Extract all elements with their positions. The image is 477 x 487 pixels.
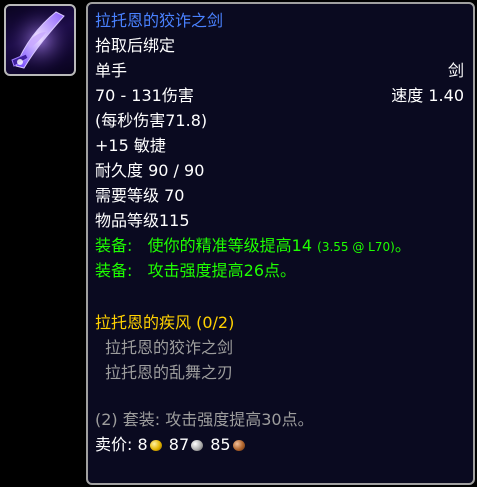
sell-price-label: 卖价: xyxy=(95,435,133,454)
gold-coin-icon xyxy=(149,440,162,451)
gold-amount: 8 xyxy=(137,435,148,454)
equip-effect-2: 装备: 攻击强度提高26点。 xyxy=(95,258,464,283)
binding-text: 拾取后绑定 xyxy=(95,36,176,55)
stat-text: +15 敏捷 xyxy=(95,136,166,155)
sword-icon xyxy=(6,6,74,74)
equip-2-text: 攻击强度提高26点。 xyxy=(147,261,297,280)
speed-text: 速度 1.40 xyxy=(391,86,464,105)
sell-price-row: 卖价: 8 87 85 xyxy=(95,432,464,457)
silver-amount: 87 xyxy=(168,435,190,454)
set-title: 拉托恩的疾风 (0/2) xyxy=(95,313,235,332)
set-piece: 拉托恩的乱舞之刃 xyxy=(105,363,234,382)
item-icon[interactable] xyxy=(4,4,76,76)
set-piece: 拉托恩的狡诈之剑 xyxy=(105,338,234,357)
required-level-text: 需要等级 70 xyxy=(95,186,185,205)
item-name: 拉托恩的狡诈之剑 xyxy=(95,11,224,30)
weapon-type-text: 剑 xyxy=(447,61,464,80)
equip-1-text: 使你的精准等级提高14 xyxy=(147,236,313,255)
item-level-text: 物品等级115 xyxy=(95,211,190,230)
equip-1-end: 。 xyxy=(394,236,411,255)
silver-coin-icon xyxy=(191,440,204,451)
damage-text: 70 - 131伤害 xyxy=(95,86,194,105)
copper-amount: 85 xyxy=(210,435,231,454)
slot-row: 单手 剑 xyxy=(95,58,464,83)
damage-row: 70 - 131伤害 速度 1.40 xyxy=(95,83,464,108)
equip-1-prefix: 装备: xyxy=(95,236,133,255)
durability-text: 耐久度 90 / 90 xyxy=(95,161,205,180)
equip-2-prefix: 装备: xyxy=(95,261,133,280)
equip-effect-1: 装备: 使你的精准等级提高14 (3.55 @ L70)。 xyxy=(95,233,464,258)
equip-1-note: (3.55 @ L70) xyxy=(317,240,395,254)
copper-coin-icon xyxy=(232,440,245,451)
slot-text: 单手 xyxy=(95,61,128,80)
dps-text: (每秒伤害71.8) xyxy=(95,111,208,130)
item-tooltip: 拉托恩的狡诈之剑 拾取后绑定 单手 剑 70 - 131伤害 速度 1.40 (… xyxy=(86,2,475,485)
set-bonus-text: (2) 套装: 攻击强度提高30点。 xyxy=(95,410,314,429)
